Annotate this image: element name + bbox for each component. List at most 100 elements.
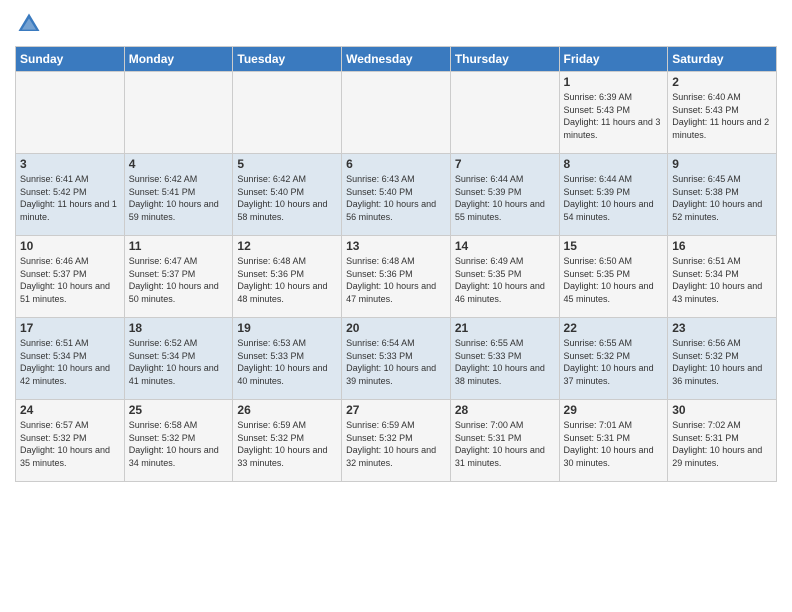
col-header-saturday: Saturday [668, 47, 777, 72]
calendar-cell: 21 Sunrise: 6:55 AM Sunset: 5:33 PM Dayli… [450, 318, 559, 400]
calendar-cell: 7 Sunrise: 6:44 AM Sunset: 5:39 PM Daylig… [450, 154, 559, 236]
col-header-sunday: Sunday [16, 47, 125, 72]
day-info: Sunrise: 6:55 AM Sunset: 5:33 PM Dayligh… [455, 337, 555, 387]
day-info: Sunrise: 6:39 AM Sunset: 5:43 PM Dayligh… [564, 91, 664, 141]
day-number: 8 [564, 157, 664, 171]
day-number: 15 [564, 239, 664, 253]
calendar-cell: 17 Sunrise: 6:51 AM Sunset: 5:34 PM Dayli… [16, 318, 125, 400]
calendar-cell: 25Sunrise: 6:58 AM Sunset: 5:32 PM Dayli… [124, 400, 233, 482]
calendar-cell: 11Sunrise: 6:47 AM Sunset: 5:37 PM Dayli… [124, 236, 233, 318]
day-info: Sunrise: 6:49 AM Sunset: 5:35 PM Dayligh… [455, 255, 555, 305]
calendar-cell: 4 Sunrise: 6:42 AM Sunset: 5:41 PM Daylig… [124, 154, 233, 236]
calendar-cell: 18 Sunrise: 6:52 AM Sunset: 5:34 PM Dayli… [124, 318, 233, 400]
day-info: Sunrise: 6:55 AM Sunset: 5:32 PM Dayligh… [564, 337, 664, 387]
calendar-cell: 14 Sunrise: 6:49 AM Sunset: 5:35 PM Dayli… [450, 236, 559, 318]
calendar-cell: 3 Sunrise: 6:41 AM Sunset: 5:42 PM Daylig… [16, 154, 125, 236]
calendar-cell: 1Sunrise: 6:39 AM Sunset: 5:43 PM Daylig… [559, 72, 668, 154]
day-number: 12 [237, 239, 337, 253]
calendar-cell: 2Sunrise: 6:40 AM Sunset: 5:43 PM Daylig… [668, 72, 777, 154]
calendar-cell: 13 Sunrise: 6:48 AM Sunset: 5:36 PM Dayli… [342, 236, 451, 318]
day-number: 9 [672, 157, 772, 171]
calendar-cell [16, 72, 125, 154]
col-header-thursday: Thursday [450, 47, 559, 72]
calendar-cell: 8 Sunrise: 6:44 AM Sunset: 5:39 PM Daylig… [559, 154, 668, 236]
day-number: 28 [455, 403, 555, 417]
day-number: 24 [20, 403, 120, 417]
page-header [15, 10, 777, 38]
calendar-cell: 10 Sunrise: 6:46 AM Sunset: 5:37 PM Dayli… [16, 236, 125, 318]
day-info: Sunrise: 6:51 AM Sunset: 5:34 PM Dayligh… [20, 337, 120, 387]
day-number: 29 [564, 403, 664, 417]
calendar-cell: 20 Sunrise: 6:54 AM Sunset: 5:33 PM Dayli… [342, 318, 451, 400]
day-info: Sunrise: 6:53 AM Sunset: 5:33 PM Dayligh… [237, 337, 337, 387]
calendar-cell [124, 72, 233, 154]
day-number: 16 [672, 239, 772, 253]
day-info: Sunrise: 7:00 AM Sunset: 5:31 PM Dayligh… [455, 419, 555, 469]
day-info: Sunrise: 6:45 AM Sunset: 5:38 PM Dayligh… [672, 173, 772, 223]
day-info: Sunrise: 7:02 AM Sunset: 5:31 PM Dayligh… [672, 419, 772, 469]
calendar-cell: 19 Sunrise: 6:53 AM Sunset: 5:33 PM Dayli… [233, 318, 342, 400]
calendar-cell [233, 72, 342, 154]
calendar-cell: 29 Sunrise: 7:01 AM Sunset: 5:31 PM Dayli… [559, 400, 668, 482]
logo-icon [15, 10, 43, 38]
day-info: Sunrise: 6:42 AM Sunset: 5:41 PM Dayligh… [129, 173, 229, 223]
day-info: Sunrise: 6:41 AM Sunset: 5:42 PM Dayligh… [20, 173, 120, 223]
day-info: Sunrise: 6:44 AM Sunset: 5:39 PM Dayligh… [455, 173, 555, 223]
calendar-cell [450, 72, 559, 154]
calendar-cell: 6 Sunrise: 6:43 AM Sunset: 5:40 PM Daylig… [342, 154, 451, 236]
calendar-cell: 15 Sunrise: 6:50 AM Sunset: 5:35 PM Dayli… [559, 236, 668, 318]
day-info: Sunrise: 6:46 AM Sunset: 5:37 PM Dayligh… [20, 255, 120, 305]
day-number: 22 [564, 321, 664, 335]
calendar-cell: 28 Sunrise: 7:00 AM Sunset: 5:31 PM Dayli… [450, 400, 559, 482]
day-info: Sunrise: 6:48 AM Sunset: 5:36 PM Dayligh… [346, 255, 446, 305]
calendar-cell: 9 Sunrise: 6:45 AM Sunset: 5:38 PM Daylig… [668, 154, 777, 236]
day-info: Sunrise: 6:42 AM Sunset: 5:40 PM Dayligh… [237, 173, 337, 223]
day-info: Sunrise: 6:51 AM Sunset: 5:34 PM Dayligh… [672, 255, 772, 305]
day-info: Sunrise: 6:50 AM Sunset: 5:35 PM Dayligh… [564, 255, 664, 305]
calendar-cell: 5 Sunrise: 6:42 AM Sunset: 5:40 PM Daylig… [233, 154, 342, 236]
calendar-cell: 27 Sunrise: 6:59 AM Sunset: 5:32 PM Dayli… [342, 400, 451, 482]
day-number: 3 [20, 157, 120, 171]
day-number: 27 [346, 403, 446, 417]
day-number: 6 [346, 157, 446, 171]
calendar-cell [342, 72, 451, 154]
calendar-cell: 24 Sunrise: 6:57 AM Sunset: 5:32 PM Dayli… [16, 400, 125, 482]
day-info: Sunrise: 6:54 AM Sunset: 5:33 PM Dayligh… [346, 337, 446, 387]
day-number: 20 [346, 321, 446, 335]
day-number: 5 [237, 157, 337, 171]
day-info: Sunrise: 6:44 AM Sunset: 5:39 PM Dayligh… [564, 173, 664, 223]
calendar-table: SundayMondayTuesdayWednesdayThursdayFrid… [15, 46, 777, 482]
day-info: Sunrise: 6:59 AM Sunset: 5:32 PM Dayligh… [346, 419, 446, 469]
col-header-tuesday: Tuesday [233, 47, 342, 72]
day-number: 21 [455, 321, 555, 335]
day-info: Sunrise: 6:43 AM Sunset: 5:40 PM Dayligh… [346, 173, 446, 223]
day-number: 10 [20, 239, 120, 253]
day-info: Sunrise: 6:56 AM Sunset: 5:32 PM Dayligh… [672, 337, 772, 387]
day-number: 18 [129, 321, 229, 335]
logo [15, 10, 47, 38]
day-info: Sunrise: 7:01 AM Sunset: 5:31 PM Dayligh… [564, 419, 664, 469]
day-number: 23 [672, 321, 772, 335]
day-number: 7 [455, 157, 555, 171]
day-info: Sunrise: 6:40 AM Sunset: 5:43 PM Dayligh… [672, 91, 772, 141]
day-number: 11 [129, 239, 229, 253]
col-header-monday: Monday [124, 47, 233, 72]
day-number: 14 [455, 239, 555, 253]
day-number: 17 [20, 321, 120, 335]
col-header-friday: Friday [559, 47, 668, 72]
calendar-cell: 26Sunrise: 6:59 AM Sunset: 5:32 PM Dayli… [233, 400, 342, 482]
day-info: Sunrise: 6:48 AM Sunset: 5:36 PM Dayligh… [237, 255, 337, 305]
day-number: 19 [237, 321, 337, 335]
day-info: Sunrise: 6:58 AM Sunset: 5:32 PM Dayligh… [129, 419, 229, 469]
day-info: Sunrise: 6:59 AM Sunset: 5:32 PM Dayligh… [237, 419, 337, 469]
calendar-cell: 22 Sunrise: 6:55 AM Sunset: 5:32 PM Dayli… [559, 318, 668, 400]
day-number: 4 [129, 157, 229, 171]
calendar-cell: 16 Sunrise: 6:51 AM Sunset: 5:34 PM Dayli… [668, 236, 777, 318]
calendar-cell: 12 Sunrise: 6:48 AM Sunset: 5:36 PM Dayli… [233, 236, 342, 318]
calendar-cell: 23 Sunrise: 6:56 AM Sunset: 5:32 PM Dayli… [668, 318, 777, 400]
col-header-wednesday: Wednesday [342, 47, 451, 72]
day-number: 13 [346, 239, 446, 253]
day-info: Sunrise: 6:57 AM Sunset: 5:32 PM Dayligh… [20, 419, 120, 469]
calendar-cell: 30Sunrise: 7:02 AM Sunset: 5:31 PM Dayli… [668, 400, 777, 482]
day-info: Sunrise: 6:52 AM Sunset: 5:34 PM Dayligh… [129, 337, 229, 387]
